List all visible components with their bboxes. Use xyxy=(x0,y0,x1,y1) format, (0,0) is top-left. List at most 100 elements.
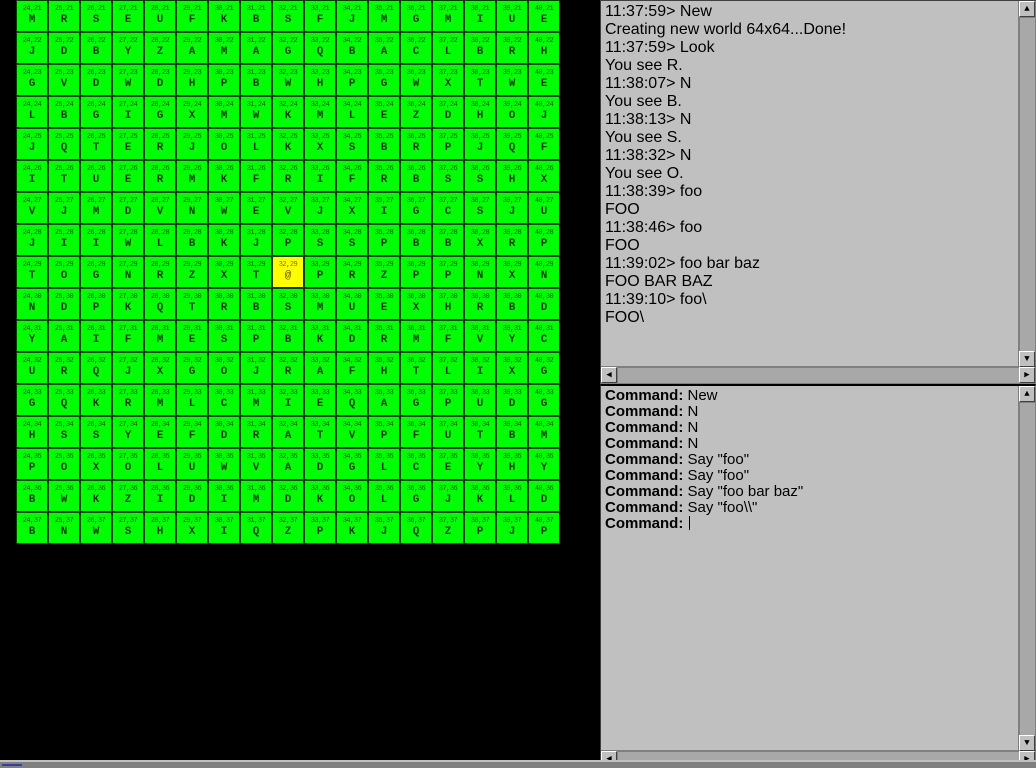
map-cell[interactable]: 40,31C xyxy=(528,320,560,352)
map-cell[interactable]: 30,37I xyxy=(208,512,240,544)
map-cell[interactable]: 27,30K xyxy=(112,288,144,320)
map-cell[interactable]: 24,33G xyxy=(16,384,48,416)
map-cell[interactable]: 38,30R xyxy=(464,288,496,320)
map-cell[interactable]: 32,21S xyxy=(272,0,304,32)
log-hscroll[interactable]: ◀ ▶ xyxy=(601,366,1035,383)
map-cell[interactable]: 37,25P xyxy=(432,128,464,160)
map-cell[interactable]: 29,26M xyxy=(176,160,208,192)
map-cell[interactable]: 27,27D xyxy=(112,192,144,224)
map-cell[interactable]: 38,24H xyxy=(464,96,496,128)
map-cell[interactable]: 35,32H xyxy=(368,352,400,384)
map-cell[interactable]: 28,22Z xyxy=(144,32,176,64)
map-cell[interactable]: 29,34F xyxy=(176,416,208,448)
map-cell[interactable]: 34,31D xyxy=(336,320,368,352)
map-cell[interactable]: 26,37W xyxy=(80,512,112,544)
map-cell[interactable]: 24,31Y xyxy=(16,320,48,352)
map-cell[interactable]: 34,35G xyxy=(336,448,368,480)
map-cell[interactable]: 36,33G xyxy=(400,384,432,416)
map-cell[interactable]: 39,24O xyxy=(496,96,528,128)
map-cell[interactable]: 33,25X xyxy=(304,128,336,160)
scroll-vtrack[interactable] xyxy=(1019,402,1035,736)
map-cell[interactable]: 36,25R xyxy=(400,128,432,160)
map-cell[interactable]: 36,34F xyxy=(400,416,432,448)
map-cell[interactable]: 38,36K xyxy=(464,480,496,512)
map-cell[interactable]: 32,24K xyxy=(272,96,304,128)
map-cell[interactable]: 31,34R xyxy=(240,416,272,448)
map-cell[interactable]: 32,28P xyxy=(272,224,304,256)
map-cell[interactable]: 25,21R xyxy=(48,0,80,32)
map-cell[interactable]: 27,29N xyxy=(112,256,144,288)
map-cell[interactable]: 29,33L xyxy=(176,384,208,416)
map-cell[interactable]: 38,28X xyxy=(464,224,496,256)
map-cell[interactable]: 40,23E xyxy=(528,64,560,96)
map-cell[interactable]: 34,32F xyxy=(336,352,368,384)
map-cell[interactable]: 36,37Q xyxy=(400,512,432,544)
map-cell[interactable]: 32,34A xyxy=(272,416,304,448)
map-cell[interactable]: 36,35C xyxy=(400,448,432,480)
map-cell[interactable]: 29,22A xyxy=(176,32,208,64)
map-cell[interactable]: 29,21F xyxy=(176,0,208,32)
map-cell[interactable]: 40,35Y xyxy=(528,448,560,480)
map-cell[interactable]: 27,26E xyxy=(112,160,144,192)
map-cell[interactable]: 24,26I xyxy=(16,160,48,192)
map-cell[interactable]: 36,21G xyxy=(400,0,432,32)
map-cell[interactable]: 33,32A xyxy=(304,352,336,384)
player-cell[interactable]: 32,29@ xyxy=(272,256,304,288)
map-cell[interactable]: 31,24W xyxy=(240,96,272,128)
scroll-vtrack[interactable] xyxy=(1019,17,1035,351)
scroll-up-icon[interactable]: ▲ xyxy=(1019,1,1035,17)
map-cell[interactable]: 26,27M xyxy=(80,192,112,224)
map-cell[interactable]: 28,25R xyxy=(144,128,176,160)
scroll-right-icon[interactable]: ▶ xyxy=(1019,367,1035,383)
map-cell[interactable]: 35,21M xyxy=(368,0,400,32)
map-cell[interactable]: 34,29R xyxy=(336,256,368,288)
map-cell[interactable]: 26,34S xyxy=(80,416,112,448)
map-cell[interactable]: 38,37P xyxy=(464,512,496,544)
map-cell[interactable]: 25,33Q xyxy=(48,384,80,416)
map-cell[interactable]: 27,37S xyxy=(112,512,144,544)
map-cell[interactable]: 36,24Z xyxy=(400,96,432,128)
map-cell[interactable]: 34,21J xyxy=(336,0,368,32)
map-cell[interactable]: 31,28J xyxy=(240,224,272,256)
map-cell[interactable]: 33,33E xyxy=(304,384,336,416)
map-cell[interactable]: 33,23H xyxy=(304,64,336,96)
map-cell[interactable]: 37,23X xyxy=(432,64,464,96)
map-cell[interactable]: 33,37P xyxy=(304,512,336,544)
scroll-up-icon[interactable]: ▲ xyxy=(1019,386,1035,402)
map-cell[interactable]: 40,26X xyxy=(528,160,560,192)
map-cell[interactable]: 34,37K xyxy=(336,512,368,544)
map-cell[interactable]: 27,22Y xyxy=(112,32,144,64)
map-cell[interactable]: 37,22L xyxy=(432,32,464,64)
map-cell[interactable]: 32,22G xyxy=(272,32,304,64)
map-cell[interactable]: 38,22B xyxy=(464,32,496,64)
map-cell[interactable]: 40,24J xyxy=(528,96,560,128)
map-cell[interactable]: 39,27J xyxy=(496,192,528,224)
map-cell[interactable]: 30,33C xyxy=(208,384,240,416)
map-cell[interactable]: 38,21I xyxy=(464,0,496,32)
map-cell[interactable]: 33,27J xyxy=(304,192,336,224)
map-cell[interactable]: 25,24B xyxy=(48,96,80,128)
map-cell[interactable]: 38,29N xyxy=(464,256,496,288)
map-cell[interactable]: 38,26S xyxy=(464,160,496,192)
map-cell[interactable]: 35,29Z xyxy=(368,256,400,288)
map-cell[interactable]: 36,27G xyxy=(400,192,432,224)
map-cell[interactable]: 35,26R xyxy=(368,160,400,192)
map-cell[interactable]: 29,35U xyxy=(176,448,208,480)
map-cell[interactable]: 29,24X xyxy=(176,96,208,128)
map-cell[interactable]: 32,31B xyxy=(272,320,304,352)
map-cell[interactable]: 36,31M xyxy=(400,320,432,352)
map-cell[interactable]: 27,34Y xyxy=(112,416,144,448)
map-cell[interactable]: 32,30S xyxy=(272,288,304,320)
map-cell[interactable]: 25,36W xyxy=(48,480,80,512)
map-cell[interactable]: 27,33R xyxy=(112,384,144,416)
map-cell[interactable]: 27,23W xyxy=(112,64,144,96)
map-cell[interactable]: 36,23W xyxy=(400,64,432,96)
map-cell[interactable]: 40,34M xyxy=(528,416,560,448)
map-cell[interactable]: 30,25O xyxy=(208,128,240,160)
map-cell[interactable]: 31,36M xyxy=(240,480,272,512)
map-cell[interactable]: 27,28W xyxy=(112,224,144,256)
map-cell[interactable]: 27,35O xyxy=(112,448,144,480)
map-cell[interactable]: 31,35V xyxy=(240,448,272,480)
map-cell[interactable]: 30,22M xyxy=(208,32,240,64)
map-cell[interactable]: 35,23G xyxy=(368,64,400,96)
